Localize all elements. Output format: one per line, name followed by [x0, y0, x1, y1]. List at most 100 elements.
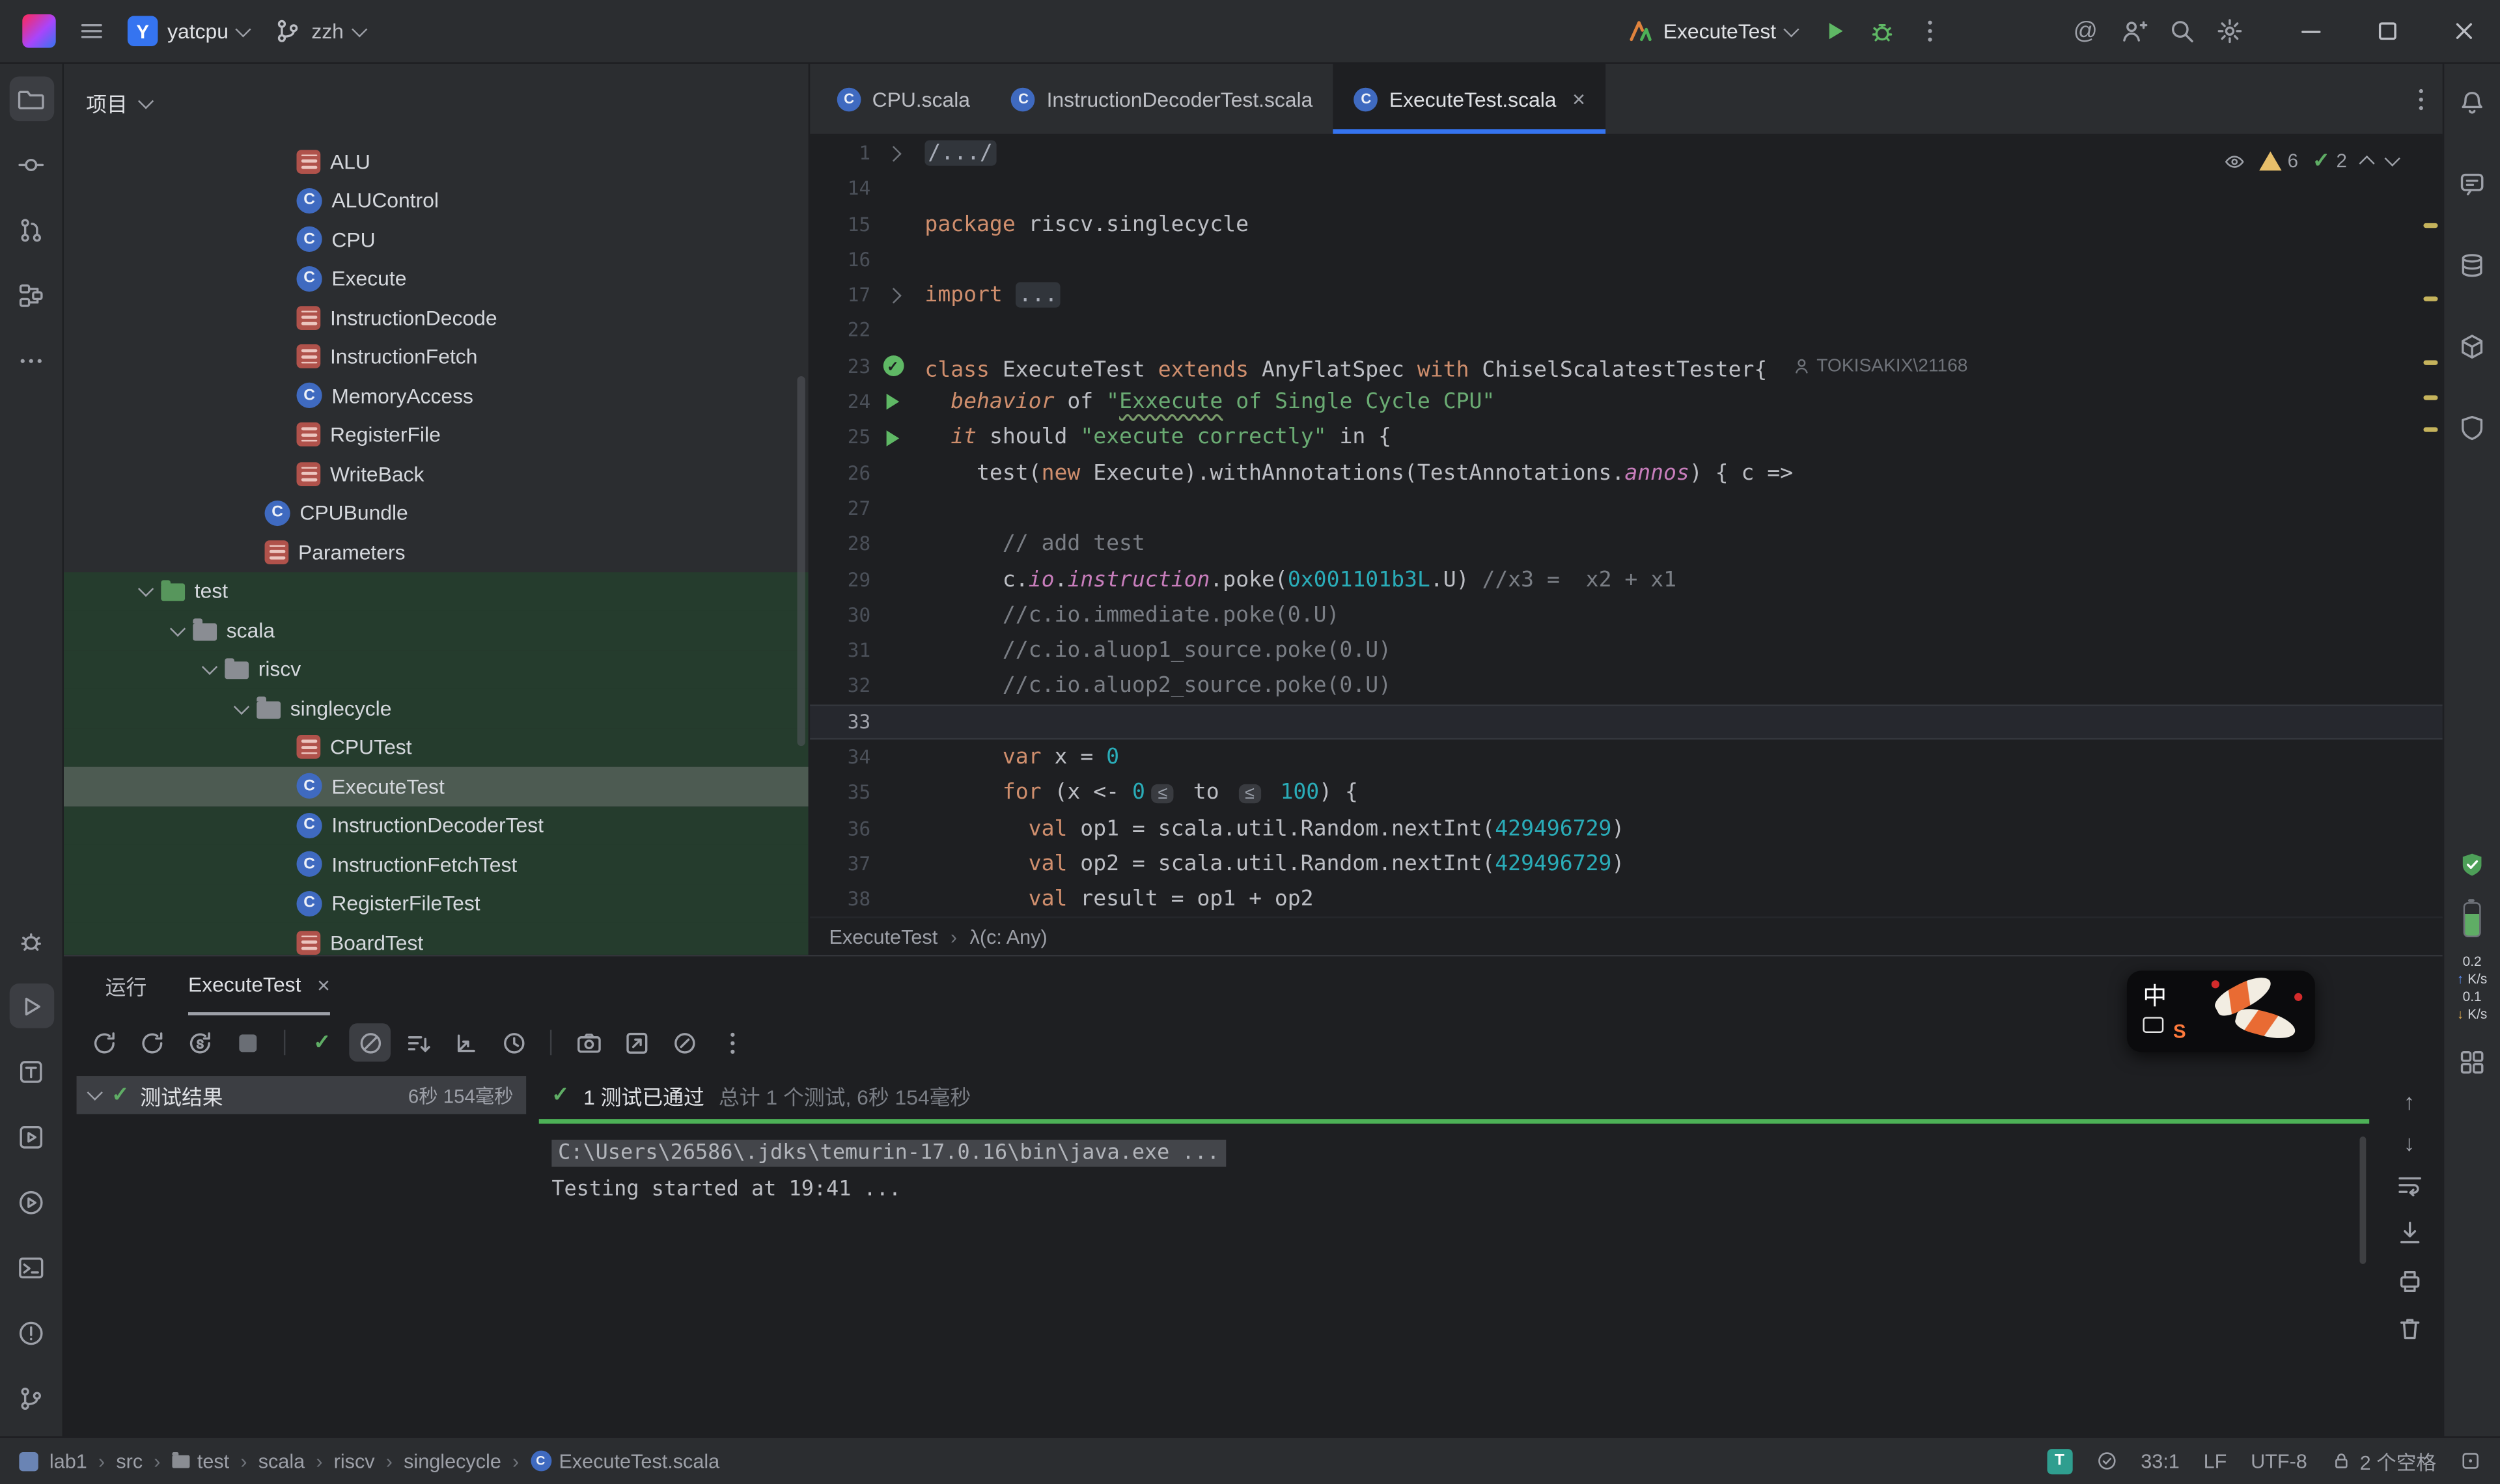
run-test-gutter-icon[interactable] — [887, 394, 900, 409]
database-icon[interactable] — [2450, 242, 2495, 287]
code-line-27[interactable]: 27 — [810, 491, 2443, 527]
tree-item-InstructionDecoderTest[interactable]: CInstructionDecoderTest — [64, 806, 809, 845]
run-configuration-widget[interactable]: ExecuteTest — [1615, 8, 1808, 53]
fold-chevron-icon[interactable] — [885, 288, 900, 303]
code-line-22[interactable]: 22 — [810, 313, 2443, 349]
dependencies-icon[interactable] — [2450, 323, 2495, 368]
structure-tool-icon[interactable] — [8, 273, 53, 318]
commit-tool-icon[interactable] — [8, 142, 53, 187]
inspections-status-icon[interactable] — [2096, 1451, 2117, 1472]
code-line-26[interactable]: 26 test(new Execute).withAnnotations(Tes… — [810, 456, 2443, 491]
run-tool-icon[interactable] — [8, 983, 53, 1028]
show-passed-filter[interactable]: ✓ — [301, 1023, 343, 1062]
code-editor[interactable]: 1/.../1415package riscv.singlecycle1617i… — [810, 135, 2443, 916]
window-minimize-button[interactable] — [2273, 0, 2347, 63]
run-anything-icon[interactable] — [8, 1179, 53, 1224]
breadcrumb-item[interactable]: ExecuteTest — [829, 926, 938, 948]
test-results-row[interactable]: ✓ 测试结果 6秒 154毫秒 — [77, 1076, 527, 1114]
scrollbar-warning-mark[interactable] — [2423, 427, 2438, 432]
tab-options-icon[interactable] — [2398, 77, 2443, 122]
status-module[interactable]: lab1 — [49, 1450, 87, 1472]
debug-tool-icon[interactable] — [8, 918, 53, 963]
run-button[interactable] — [1811, 8, 1856, 53]
debug-button[interactable] — [1859, 8, 1904, 53]
mentions-icon[interactable]: @ — [2063, 8, 2108, 53]
settings-gear-icon[interactable] — [2206, 8, 2251, 53]
print-icon[interactable] — [2396, 1267, 2423, 1299]
code-line-15[interactable]: 15package riscv.singlecycle — [810, 206, 2443, 242]
rerun-button[interactable] — [83, 1023, 124, 1062]
run-tool-label[interactable]: 运行 — [105, 970, 147, 1001]
code-line-17[interactable]: 17import ... — [810, 278, 2443, 314]
fold-chevron-icon[interactable] — [885, 145, 900, 161]
tree-item-WriteBack[interactable]: WriteBack — [64, 454, 809, 493]
previous-problem-icon[interactable] — [2359, 155, 2374, 171]
git-tool-icon[interactable] — [8, 1375, 53, 1420]
status-path-item[interactable]: singlecycle — [404, 1450, 501, 1472]
tab-close-icon[interactable]: × — [1572, 86, 1585, 111]
sort-alphabetically-icon[interactable] — [445, 1023, 486, 1062]
notifications-bell-icon[interactable] — [2450, 79, 2495, 124]
code-line-24[interactable]: 24 behavior of "Exxecute of Single Cycle… — [810, 384, 2443, 420]
search-everywhere-icon[interactable] — [2159, 8, 2204, 53]
status-path-item[interactable]: test — [172, 1450, 230, 1472]
tree-item-Execute[interactable]: CExecute — [64, 259, 809, 298]
code-line-28[interactable]: 28 // add test — [810, 527, 2443, 562]
edit-configuration-icon[interactable] — [663, 1023, 705, 1062]
code-line-35[interactable]: 35 for (x <- 0≤ to ≤ 100) { — [810, 775, 2443, 811]
status-misc-icon[interactable] — [2460, 1451, 2481, 1472]
code-line-23[interactable]: 23✓class ExecuteTest extends AnyFlatSpec… — [810, 349, 2443, 385]
scrollbar-warning-mark[interactable] — [2423, 395, 2438, 400]
memory-indicator[interactable] — [2464, 902, 2481, 937]
code-with-me-icon[interactable] — [2111, 8, 2156, 53]
code-line-37[interactable]: 37 val op2 = scala.util.Random.nextInt(4… — [810, 846, 2443, 882]
coverage-shield-icon[interactable] — [2450, 842, 2495, 886]
chevron-expanded-icon[interactable] — [170, 620, 186, 636]
scrollbar-warning-mark[interactable] — [2423, 297, 2438, 301]
inspections-widget[interactable]: 6 ✓ 2 — [2224, 143, 2398, 179]
main-menu-icon[interactable] — [68, 8, 113, 53]
tree-item-InstructionFetch[interactable]: InstructionFetch — [64, 337, 809, 376]
code-line-32[interactable]: 32 //c.io.aluop2_source.poke(0.U) — [810, 668, 2443, 704]
code-line-14[interactable]: 14 — [810, 171, 2443, 207]
security-shield-icon[interactable] — [2450, 405, 2495, 450]
tree-item-CPUTest[interactable]: CPUTest — [64, 728, 809, 767]
status-path-item[interactable]: scala — [258, 1450, 305, 1472]
run-tab-executetest[interactable]: ExecuteTest × — [188, 956, 330, 1015]
status-path-item[interactable]: CExecuteTest.scala — [530, 1450, 719, 1472]
console-scrollbar[interactable] — [2359, 1136, 2366, 1264]
tree-item-BoardTest[interactable]: BoardTest — [64, 923, 809, 955]
grid-layout-icon[interactable] — [2450, 1039, 2495, 1084]
more-options-icon[interactable] — [711, 1023, 753, 1062]
services-tool-icon[interactable] — [8, 1114, 53, 1159]
editor-tab-CPU.scala[interactable]: CCPU.scala — [816, 64, 991, 134]
code-line-1[interactable]: 1/.../ — [810, 135, 2443, 171]
tree-item-ALUControl[interactable]: CALUControl — [64, 181, 809, 220]
test-history-icon[interactable] — [493, 1023, 535, 1062]
tree-item-RegisterFileTest[interactable]: CRegisterFileTest — [64, 884, 809, 923]
tree-item-Parameters[interactable]: Parameters — [64, 532, 809, 571]
chevron-expanded-icon[interactable] — [234, 698, 249, 714]
passed-count[interactable]: ✓ 2 — [2312, 143, 2347, 179]
console-output[interactable]: C:\Users\26586\.jdks\temurin-17.0.16\bin… — [536, 1124, 2376, 1436]
window-maximize-button[interactable] — [2350, 0, 2424, 63]
status-path-item[interactable]: riscv — [334, 1450, 375, 1472]
soft-wrap-icon[interactable] — [2396, 1172, 2423, 1203]
screenshot-icon[interactable] — [568, 1023, 609, 1062]
pull-requests-icon[interactable] — [8, 207, 53, 252]
code-line-30[interactable]: 30 //c.io.immediate.poke(0.U) — [810, 598, 2443, 633]
code-line-29[interactable]: 29 c.io.instruction.poke(0x001101b3L.U) … — [810, 562, 2443, 598]
tree-item-MemoryAccess[interactable]: CMemoryAccess — [64, 376, 809, 415]
clear-console-icon[interactable] — [2396, 1315, 2423, 1347]
chevron-expanded-icon[interactable] — [138, 581, 154, 597]
code-line-38[interactable]: 38 val result = op1 + op2 — [810, 882, 2443, 916]
project-widget[interactable]: Y yatcpu — [117, 8, 260, 53]
breadcrumb-item[interactable]: λ(c: Any) — [970, 926, 1048, 948]
code-line-25[interactable]: 25 it should "execute correctly" in { — [810, 420, 2443, 456]
code-line-34[interactable]: 34 var x = 0 — [810, 739, 2443, 775]
problems-tool-icon[interactable] — [8, 1310, 53, 1355]
test-passed-gutter-icon[interactable]: ✓ — [883, 356, 904, 377]
scroll-up-icon[interactable]: ↑ — [2404, 1089, 2415, 1114]
scrollbar-warning-mark[interactable] — [2423, 360, 2438, 364]
tree-item-RegisterFile[interactable]: RegisterFile — [64, 415, 809, 454]
